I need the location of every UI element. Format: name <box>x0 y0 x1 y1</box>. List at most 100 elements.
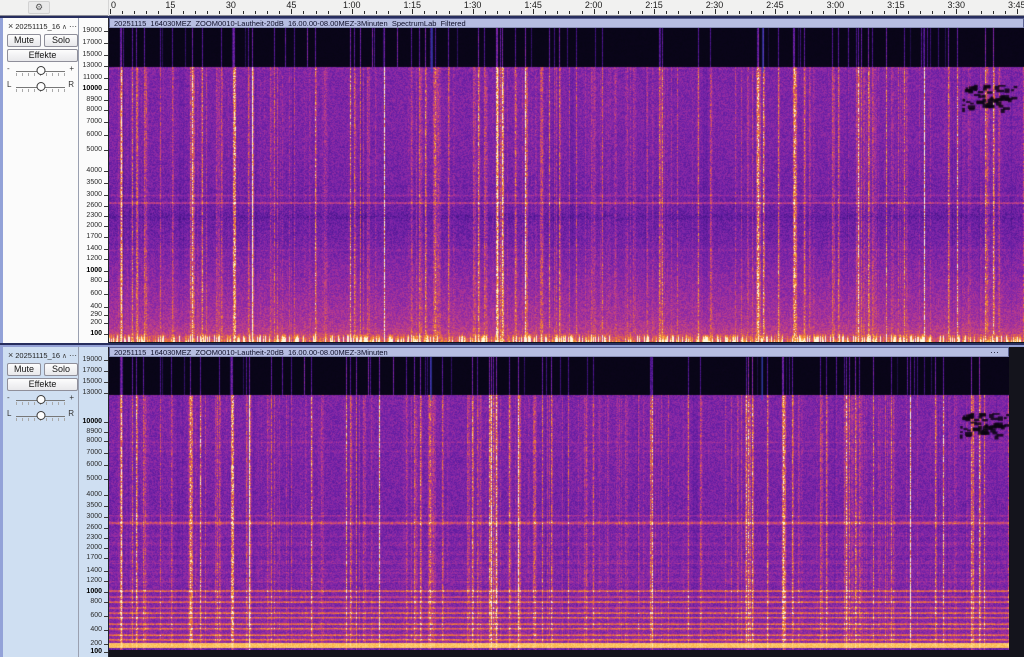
timeline-tick <box>727 11 728 14</box>
frequency-tick <box>104 110 108 111</box>
timeline-tick <box>944 11 945 14</box>
frequency-tick <box>104 226 108 227</box>
track-1-control-panel: × 20251115_16... ∧ ⋯ Mute Solo Effekte -… <box>3 18 79 343</box>
timeline-tick <box>485 11 486 14</box>
timeline-tick <box>110 9 111 14</box>
timeline-tick <box>884 11 885 14</box>
frequency-label: 6000 <box>86 461 102 469</box>
collapse-icon[interactable]: ∧ <box>62 23 67 31</box>
frequency-tick <box>104 259 108 260</box>
frequency-tick <box>104 334 108 335</box>
pan-slider-thumb[interactable] <box>36 411 45 420</box>
frequency-label: 800 <box>90 277 102 285</box>
volume-slider[interactable]: - + <box>7 393 74 407</box>
timeline-tick <box>521 11 522 14</box>
frequency-label: 4000 <box>86 167 102 175</box>
solo-button[interactable]: Solo <box>44 363 78 376</box>
volume-min-label: - <box>7 394 10 402</box>
volume-slider-thumb[interactable] <box>36 395 45 404</box>
effects-button[interactable]: Effekte <box>7 378 78 391</box>
timeline-tick <box>219 11 220 14</box>
timeline-tick <box>932 11 933 14</box>
frequency-tick <box>104 122 108 123</box>
timeline-tick <box>328 11 329 14</box>
frequency-label: 10000 <box>83 418 102 426</box>
track-1-clip: 20251115_164030MEZ_ZOOM0010-Lautheit-20d… <box>109 18 1024 343</box>
timeline-tick <box>364 11 365 14</box>
timeline-tick <box>412 9 413 14</box>
timeline-tick <box>340 11 341 14</box>
volume-min-label: - <box>7 65 10 73</box>
volume-slider[interactable]: - + <box>7 64 74 78</box>
collapse-icon[interactable]: ∧ <box>62 352 67 360</box>
frequency-label: 1400 <box>86 567 102 575</box>
spectrogram-track-1[interactable] <box>109 28 1024 342</box>
frequency-tick <box>104 183 108 184</box>
frequency-label: 200 <box>90 319 102 327</box>
effects-button[interactable]: Effekte <box>7 49 78 62</box>
track-menu-icon[interactable]: ⋯ <box>69 22 76 31</box>
timeline-tick <box>291 9 292 14</box>
track-1-frequency-ruler[interactable]: 1900017000150001300011000100008900800070… <box>79 18 109 343</box>
timeline-tick <box>316 11 317 14</box>
frequency-label: 290 <box>90 311 102 319</box>
timeline-tick <box>968 11 969 14</box>
timeline-tick <box>848 11 849 14</box>
timeline-tick <box>630 11 631 14</box>
track-menu-icon[interactable]: ⋯ <box>69 351 76 360</box>
frequency-tick <box>104 630 108 631</box>
frequency-tick <box>104 307 108 308</box>
frequency-tick <box>104 315 108 316</box>
clip-title-text: 20251115_164030MEZ_ZOOM0010-Lautheit-20d… <box>114 348 388 357</box>
frequency-label: 1200 <box>86 255 102 263</box>
frequency-tick <box>104 432 108 433</box>
solo-button[interactable]: Solo <box>44 34 78 47</box>
pan-slider[interactable]: L R <box>7 409 74 423</box>
timeline-tick <box>896 9 897 14</box>
track-2: × 20251115_16... ∧ ⋯ Mute Solo Effekte -… <box>0 345 1024 657</box>
volume-max-label: + <box>69 394 74 402</box>
track-1-name[interactable]: 20251115_16... <box>15 22 60 31</box>
frequency-label: 4000 <box>86 491 102 499</box>
track-2-name[interactable]: 20251115_16... <box>15 351 60 360</box>
frequency-label: 3500 <box>86 502 102 510</box>
timeline-label: 0 <box>111 1 116 10</box>
frequency-label: 8900 <box>86 96 102 104</box>
frequency-tick <box>104 495 108 496</box>
track-2-frequency-ruler[interactable]: 1900017000150001300010000890080007000600… <box>79 347 109 657</box>
timeline-tick <box>473 9 474 14</box>
frequency-label: 400 <box>90 626 102 634</box>
timeline-tick <box>122 11 123 14</box>
track-1-header: × 20251115_16... ∧ ⋯ <box>8 21 76 32</box>
frequency-label: 6000 <box>86 131 102 139</box>
pan-slider[interactable]: L R <box>7 80 74 94</box>
timeline-tick <box>739 11 740 14</box>
close-icon[interactable]: × <box>8 351 13 360</box>
timeline-ruler[interactable]: 01530451:001:151:301:452:002:152:302:453… <box>0 0 1024 15</box>
clip-title-text: 20251115_164030MEZ_ZOOM0010-Lautheit-20d… <box>114 19 466 28</box>
frequency-tick <box>104 216 108 217</box>
clip-menu-icon[interactable]: ⋯ <box>990 347 998 357</box>
timeline-tick <box>654 9 655 14</box>
frequency-tick <box>104 644 108 645</box>
timeline-tick <box>424 11 425 14</box>
frequency-tick <box>104 548 108 549</box>
clip-title-bar[interactable]: 20251115_164030MEZ_ZOOM0010-Lautheit-20d… <box>109 347 1009 357</box>
clip-title-bar[interactable]: 20251115_164030MEZ_ZOOM0010-Lautheit-20d… <box>109 18 1024 28</box>
timeline-tick <box>835 9 836 14</box>
timeline-tick <box>557 11 558 14</box>
timeline-tick <box>908 11 909 14</box>
frequency-label: 5000 <box>86 475 102 483</box>
pan-slider-thumb[interactable] <box>36 82 45 91</box>
frequency-label: 13000 <box>83 389 102 397</box>
timeline-tick <box>195 11 196 14</box>
timeline-tick <box>545 11 546 14</box>
frequency-tick <box>104 66 108 67</box>
timeline-tick <box>388 11 389 14</box>
close-icon[interactable]: × <box>8 22 13 31</box>
mute-button[interactable]: Mute <box>7 34 41 47</box>
mute-button[interactable]: Mute <box>7 363 41 376</box>
spectrogram-track-2[interactable] <box>109 357 1009 650</box>
volume-slider-thumb[interactable] <box>36 66 45 75</box>
frequency-label: 7000 <box>86 118 102 126</box>
